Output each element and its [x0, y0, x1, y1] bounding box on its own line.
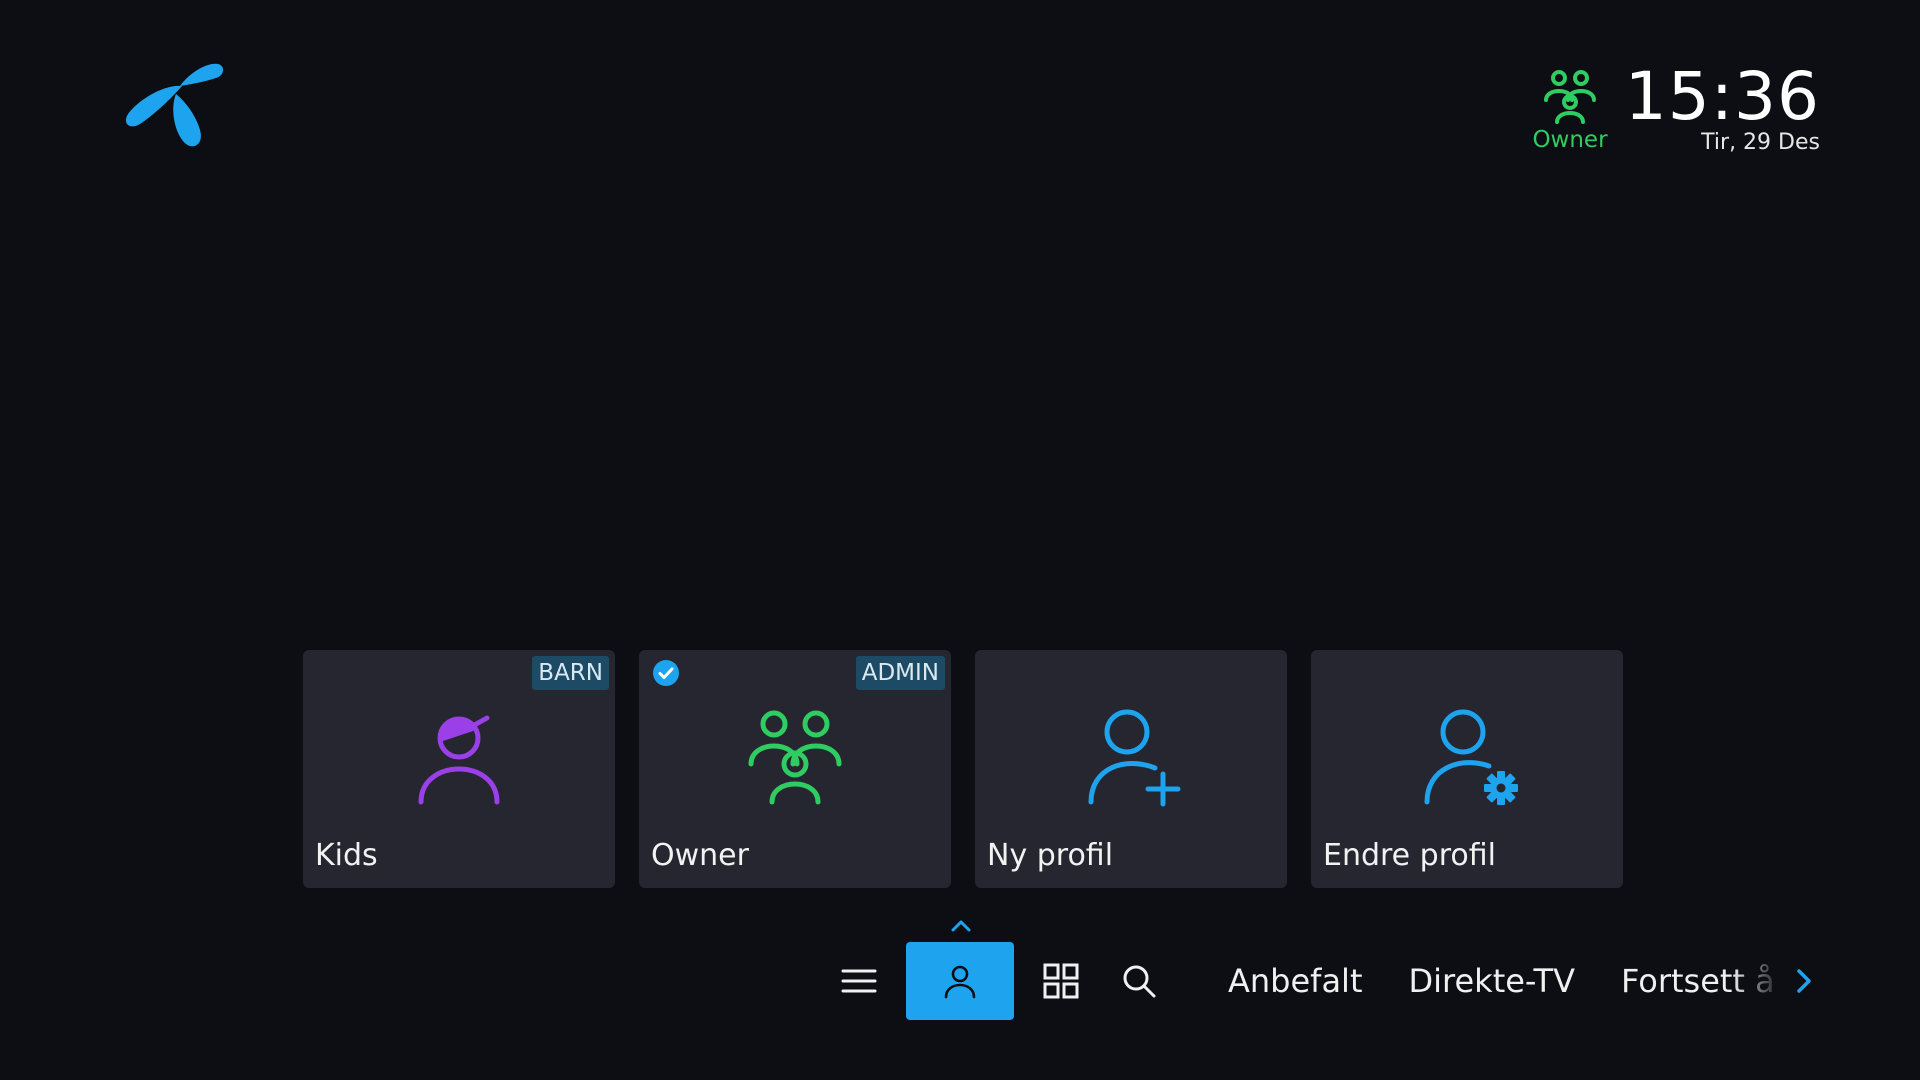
profile-card-owner[interactable]: ADMIN Owner — [639, 650, 951, 888]
profile-card-kids[interactable]: BARN Kids — [303, 650, 615, 888]
profile-nav-button[interactable] — [906, 942, 1014, 1020]
clock-time: 15:36 — [1624, 58, 1820, 135]
search-icon — [1123, 965, 1156, 998]
nav-next-button[interactable] — [1789, 961, 1819, 1001]
menu-icon — [841, 969, 877, 993]
menu-button[interactable] — [820, 942, 898, 1020]
search-button[interactable] — [1100, 942, 1178, 1020]
chevron-up-icon — [951, 920, 971, 932]
check-circle-icon — [653, 660, 679, 686]
bottom-navigation: Anbefalt Direkte-TV Fortsett å — [820, 942, 1819, 1020]
kid-cap-icon — [418, 715, 500, 805]
new-profile-card[interactable]: Ny profil — [975, 650, 1287, 888]
edit-profile-label: Endre profil — [1323, 838, 1496, 873]
profile-select-screen: Owner 15:36 Tir, 29 Des BARN Kids ADMIN — [0, 0, 1920, 1080]
kids-badge: BARN — [532, 656, 609, 690]
profile-icon — [944, 965, 976, 999]
nav-item-anbefalt[interactable]: Anbefalt — [1228, 962, 1362, 1000]
add-user-icon — [1088, 709, 1181, 807]
edit-profile-card[interactable]: Endre profil — [1311, 650, 1623, 888]
current-profile-indicator: Owner — [1524, 66, 1616, 154]
profile-label-kids: Kids — [315, 838, 378, 873]
telenor-logo-icon — [125, 63, 224, 147]
profile-list: BARN Kids ADMIN Owner Ny profil Endre pr… — [303, 650, 1623, 888]
nav-item-fortsett[interactable]: Fortsett å — [1621, 962, 1775, 1000]
chevron-right-icon — [1797, 969, 1811, 993]
nav-item-direkte-tv[interactable]: Direkte-TV — [1408, 962, 1574, 1000]
clock: 15:36 Tir, 29 Des — [1625, 58, 1820, 156]
current-profile-name: Owner — [1532, 127, 1608, 153]
admin-badge: ADMIN — [855, 656, 945, 690]
grid-icon — [1043, 963, 1079, 999]
family-group-icon — [1544, 70, 1596, 124]
profile-label-owner: Owner — [651, 838, 749, 873]
user-settings-icon — [1424, 709, 1518, 805]
grid-button[interactable] — [1022, 942, 1100, 1020]
new-profile-label: Ny profil — [987, 838, 1114, 873]
family-group-icon — [748, 710, 842, 805]
